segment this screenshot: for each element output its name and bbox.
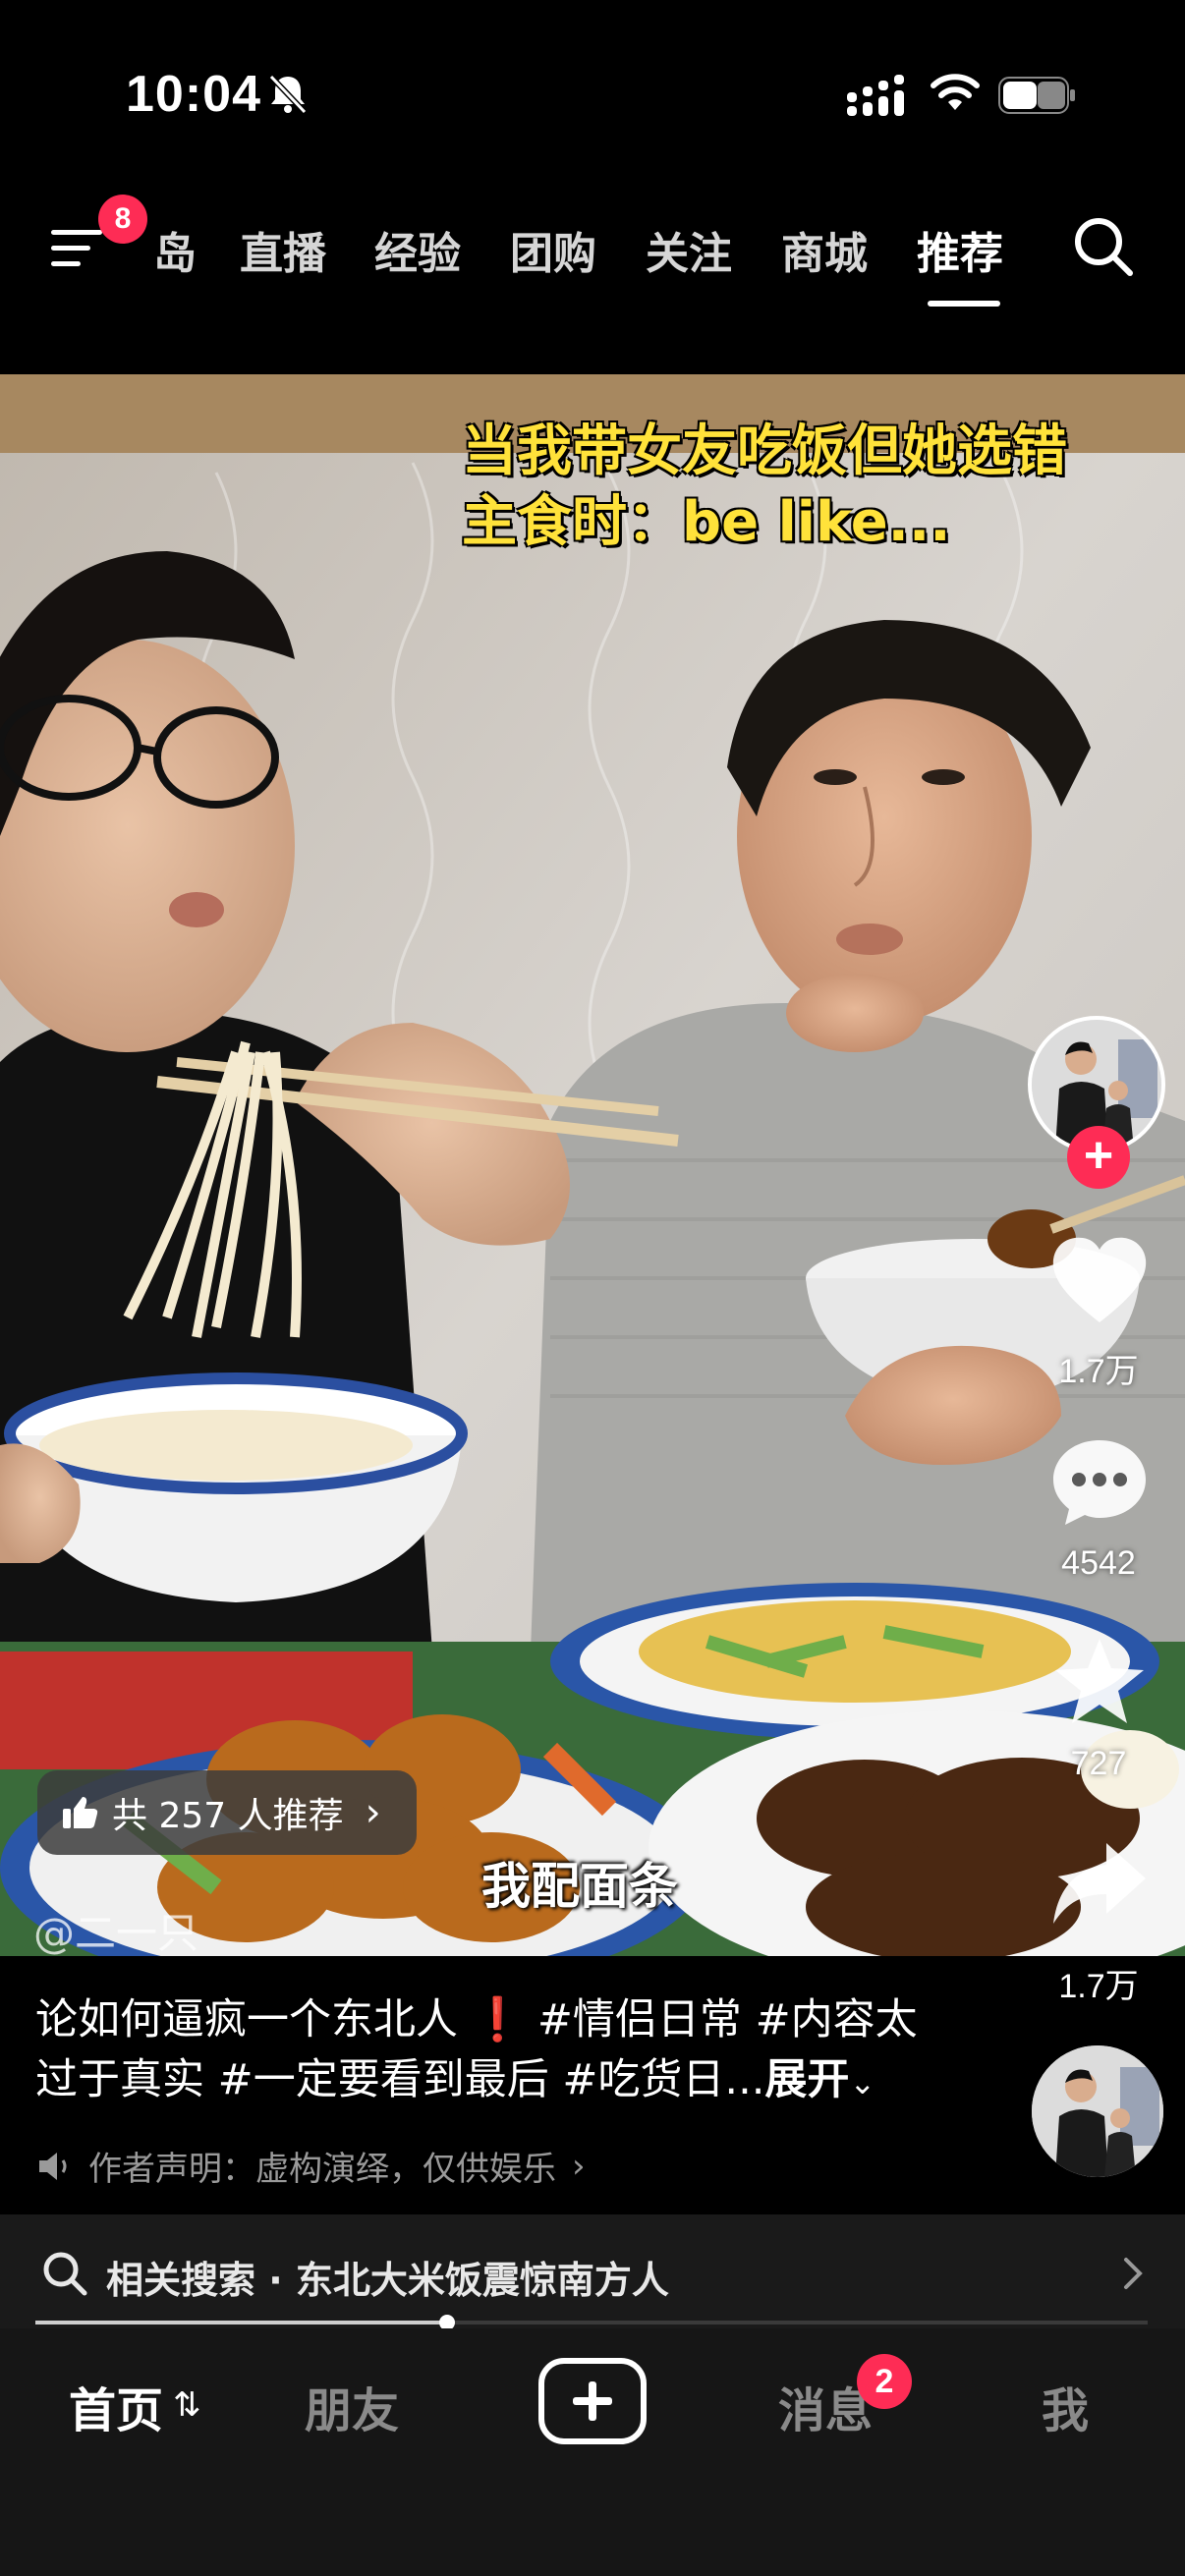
swap-arrows-icon[interactable]: ⇅ bbox=[173, 2385, 201, 2425]
hashtag-couple-daily[interactable]: #情侣日常 bbox=[537, 1995, 742, 2044]
related-search-text[interactable]: 相关搜索 · 东北大米饭震惊南方人 bbox=[106, 2250, 669, 2304]
video-overlay-caption-line2: 主食时：be like... bbox=[462, 490, 951, 554]
chevron-down-icon: ⌄ bbox=[849, 2064, 876, 2101]
chevron-right-icon bbox=[1124, 2258, 1143, 2289]
battery-icon bbox=[998, 77, 1075, 114]
recommend-count: 共 257 人推荐 bbox=[112, 1796, 344, 1836]
menu-icon[interactable] bbox=[49, 224, 108, 273]
favorite-star-icon[interactable] bbox=[1047, 1635, 1152, 1729]
expand-button[interactable]: 展开 bbox=[764, 2055, 849, 2104]
search-icon bbox=[43, 2252, 87, 2296]
tab-group-buy[interactable]: 团购 bbox=[510, 218, 596, 281]
tab-live[interactable]: 直播 bbox=[240, 218, 326, 281]
hashtag-too-real-part1[interactable]: #内容太 bbox=[756, 1995, 918, 2044]
tab-following[interactable]: 关注 bbox=[646, 218, 732, 281]
nav-home[interactable]: 首页 bbox=[69, 2372, 163, 2440]
video-overlay-caption: 当我带女友吃饭但她选错 主食时：be like... bbox=[462, 417, 1150, 558]
exclamation-icon: ❗ bbox=[471, 1995, 525, 2044]
cellular-signal-icon bbox=[847, 75, 904, 116]
chevron-right-icon: › bbox=[365, 1790, 381, 1835]
disclaimer-text: 作者声明：虚构演绎，仅供娱乐 bbox=[88, 2150, 556, 2189]
music-disc-image bbox=[1032, 2045, 1163, 2177]
share-arrow-icon[interactable] bbox=[1047, 1837, 1152, 1932]
status-bar: 10:04 bbox=[0, 0, 1185, 187]
search-icon[interactable] bbox=[1071, 214, 1136, 279]
video-description[interactable]: 论如何逼疯一个东北人 ❗ #情侣日常 #内容太 过于真实 #一定要看到最后 #吃… bbox=[35, 1990, 979, 2113]
nav-me[interactable]: 我 bbox=[1042, 2372, 1089, 2440]
like-heart-icon[interactable] bbox=[1047, 1234, 1152, 1328]
author-disclaimer[interactable]: 作者声明：虚构演绎，仅供娱乐 › bbox=[35, 2142, 586, 2190]
menu-badge: 8 bbox=[98, 195, 147, 244]
follow-button[interactable]: + bbox=[1067, 1126, 1130, 1189]
share-count: 1.7万 bbox=[1058, 1968, 1139, 2005]
thumbs-up-icon bbox=[63, 1797, 98, 1828]
music-disc[interactable] bbox=[1032, 2045, 1163, 2177]
tab-mall[interactable]: 商城 bbox=[781, 218, 868, 281]
nav-friends[interactable]: 朋友 bbox=[305, 2372, 399, 2440]
hashtag-watch-to-end[interactable]: #一定要看到最后 bbox=[218, 2055, 549, 2104]
speaker-icon bbox=[39, 2152, 67, 2180]
hashtag-too-real-part2[interactable]: 过于真实 bbox=[35, 2055, 204, 2104]
messages-badge: 2 bbox=[857, 2354, 912, 2409]
recommend-pill[interactable]: 共 257 人推荐 › bbox=[37, 1770, 417, 1855]
active-tab-indicator bbox=[928, 301, 1000, 307]
video-subtitle: 我配面条 bbox=[481, 1858, 678, 1915]
comment-icon[interactable] bbox=[1047, 1434, 1152, 1529]
tab-experience[interactable]: 经验 bbox=[374, 218, 461, 281]
video-frame-illustration bbox=[0, 374, 1185, 1956]
chevron-right-icon: › bbox=[572, 2146, 586, 2186]
description-line-2: 过于真实 #一定要看到最后 #吃货日...展开⌄ bbox=[35, 2050, 979, 2113]
author-handle[interactable]: @二一只 bbox=[33, 1900, 198, 1960]
wifi-icon bbox=[931, 74, 980, 110]
video-overlay-caption-line1: 当我带女友吃饭但她选错 bbox=[462, 420, 1067, 483]
video-player[interactable] bbox=[0, 374, 1185, 1956]
description-text: 论如何逼疯一个东北人 bbox=[35, 1995, 458, 2044]
hashtag-foodie[interactable]: #吃货日... bbox=[562, 2055, 764, 2104]
favorite-count: 727 bbox=[1070, 1745, 1127, 1782]
plus-icon bbox=[573, 2381, 612, 2421]
status-time: 10:04 bbox=[126, 66, 261, 123]
video-progress-fill bbox=[35, 2321, 447, 2324]
description-line-1: 论如何逼疯一个东北人 ❗ #情侣日常 #内容太 bbox=[35, 1990, 979, 2050]
silent-bell-icon bbox=[268, 74, 308, 115]
like-count: 1.7万 bbox=[1058, 1353, 1139, 1390]
comment-count: 4542 bbox=[1061, 1544, 1136, 1582]
tab-recommended[interactable]: 推荐 bbox=[917, 218, 1003, 281]
create-button[interactable] bbox=[538, 2358, 647, 2444]
tab-island[interactable]: 岛 bbox=[153, 218, 197, 281]
